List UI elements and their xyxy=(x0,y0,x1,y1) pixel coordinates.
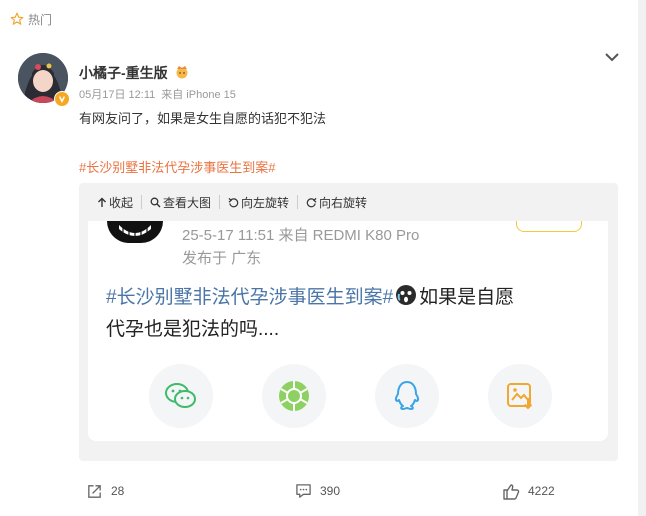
wechat-icon xyxy=(165,383,196,408)
star-icon xyxy=(10,12,24,25)
post-topic-link[interactable]: #长沙别墅非法代孕涉事医生到案# xyxy=(79,157,275,176)
rotate-left-label: 向左旋转 xyxy=(241,195,290,210)
shock-emoji-icon xyxy=(395,284,417,315)
screenshot-location: 发布于 广东 xyxy=(182,250,262,267)
verified-badge-icon xyxy=(54,91,70,107)
rotate-right-button[interactable]: 向右旋转 xyxy=(298,195,375,210)
weibo-post-card: 热门 小橘子-重生版 05月17日 12:11 来自 iPhone 15 有网友问… xyxy=(0,0,638,516)
comment-button[interactable]: 390 xyxy=(295,476,340,506)
comment-count: 390 xyxy=(320,484,341,498)
arrow-up-icon xyxy=(98,197,106,207)
troll-face-avatar-icon xyxy=(107,221,163,243)
username[interactable]: 小橘子-重生版 xyxy=(79,63,168,83)
post-image[interactable]: 25-5-17 11:51 来自 REDMI K80 Pro 发布于 广东 #长… xyxy=(88,221,608,441)
moments-icon xyxy=(279,381,309,411)
screenshot-text: #长沙别墅非法代孕涉事医生到案# 如果是自愿 代孕也是犯法的吗.... xyxy=(106,283,596,344)
scrollbar[interactable] xyxy=(638,0,646,516)
comment-icon xyxy=(296,484,311,498)
magnifier-icon xyxy=(150,197,161,207)
screenshot-text-line1: 如果是自愿 xyxy=(419,287,515,308)
view-large-button[interactable]: 查看大图 xyxy=(142,195,221,210)
rotate-right-icon xyxy=(306,197,317,207)
screenshot-topic: #长沙别墅非法代孕涉事医生到案# xyxy=(106,287,394,308)
media-toolbar: 收起 查看大图 向左旋转 向右旋转 xyxy=(79,183,618,221)
collapse-button[interactable]: 收起 xyxy=(79,195,143,210)
share-moments-button xyxy=(262,364,326,428)
qq-icon xyxy=(394,381,420,410)
rotate-left-button[interactable]: 向左旋转 xyxy=(220,195,299,210)
section-label: 热门 xyxy=(28,12,53,27)
repost-icon xyxy=(88,484,101,498)
more-options-chevron-icon[interactable] xyxy=(604,50,620,68)
collapse-label: 收起 xyxy=(109,195,134,210)
screenshot-text-line2: 代孕也是犯法的吗.... xyxy=(106,319,280,340)
save-image-button xyxy=(488,364,552,428)
crown-badge-icon xyxy=(174,65,190,82)
rotate-right-label: 向右旋转 xyxy=(319,195,368,210)
view-large-label: 查看大图 xyxy=(163,195,212,210)
share-wechat-button xyxy=(149,364,213,428)
follow-button-edge xyxy=(516,221,582,232)
username-row: 小橘子-重生版 xyxy=(79,63,190,83)
post-meta: 05月17日 12:11 来自 iPhone 15 xyxy=(79,86,242,102)
thumbs-up-icon xyxy=(503,483,520,500)
post-text: 有网友问了，如果是女生自愿的话犯不犯法 xyxy=(79,111,327,126)
post-date[interactable]: 05月17日 12:11 xyxy=(79,89,155,101)
media-viewer: 收起 查看大图 向左旋转 向右旋转 25-5-17 11:51 来自 REDMI… xyxy=(79,183,618,461)
share-qq-button xyxy=(375,364,439,428)
repost-button[interactable]: 28 xyxy=(86,476,124,506)
hot-section-header[interactable]: 热门 xyxy=(10,10,52,28)
screenshot-meta: 25-5-17 11:51 来自 REDMI K80 Pro xyxy=(182,227,420,244)
post-actions: 28 390 4222 xyxy=(0,476,638,506)
like-count: 4222 xyxy=(528,484,555,498)
post-source: 来自 iPhone 15 xyxy=(161,89,236,101)
like-button[interactable]: 4222 xyxy=(502,476,555,506)
rotate-left-icon xyxy=(228,197,239,207)
save-image-icon xyxy=(507,383,533,410)
repost-count: 28 xyxy=(111,484,125,498)
